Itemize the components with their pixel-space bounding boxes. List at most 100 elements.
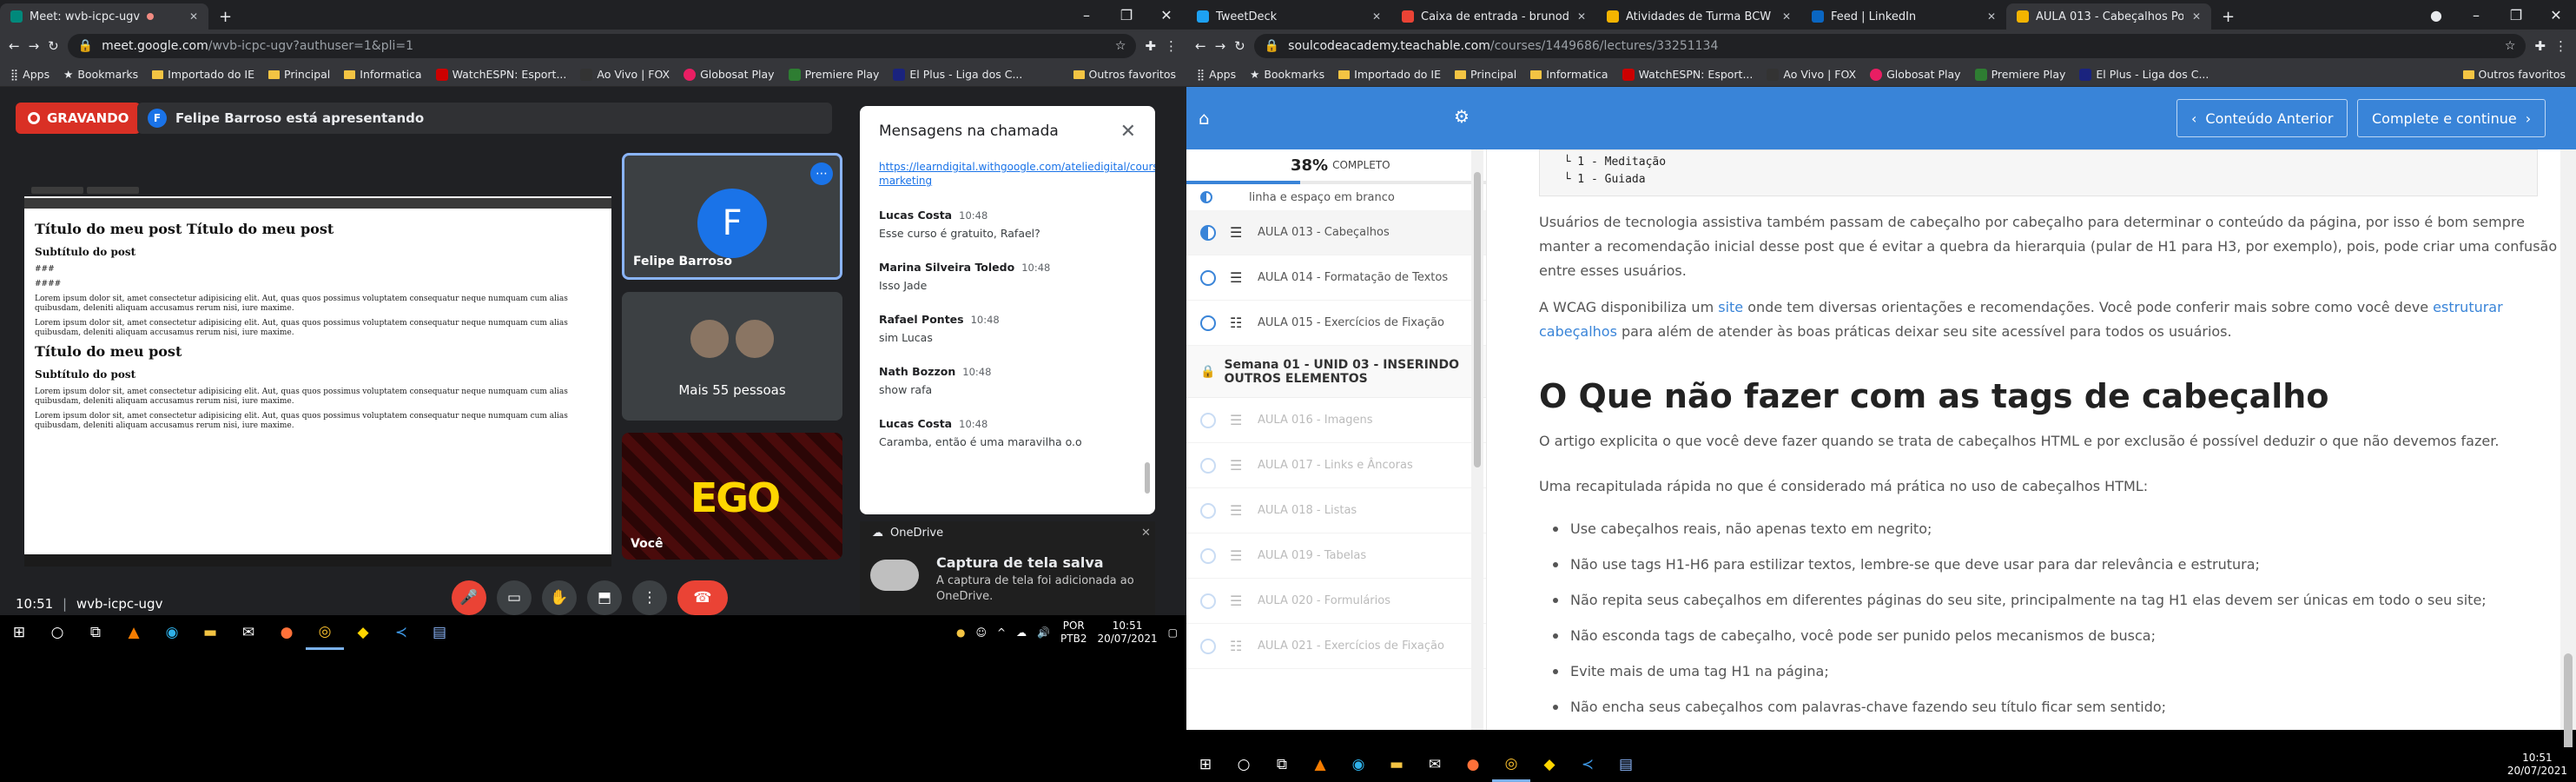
bookmark-folder[interactable]: Principal bbox=[1455, 68, 1516, 81]
mail-icon[interactable]: ✉ bbox=[1416, 747, 1454, 782]
close-tab-icon[interactable]: ✕ bbox=[189, 10, 198, 23]
bookmark-item[interactable]: ★ Bookmarks bbox=[63, 68, 138, 81]
address-bar[interactable]: 🔒 meet.google.com/wvb-icpc-ugv?authuser=… bbox=[67, 34, 1137, 58]
onedrive-tray-icon[interactable]: ☁ bbox=[1016, 626, 1027, 639]
tab-gmail[interactable]: Caixa de entrada - brunodefronte ✕ bbox=[1391, 3, 1596, 30]
new-tab-button[interactable]: + bbox=[2211, 3, 2245, 30]
bookmark-item[interactable]: Premiere Play bbox=[1974, 68, 2065, 81]
profile-icon[interactable]: ● bbox=[2416, 7, 2456, 23]
sidebar-scrollbar[interactable] bbox=[1471, 149, 1483, 730]
sidebar-lesson-current[interactable]: ☰ AULA 013 - Cabeçalhos bbox=[1186, 210, 1486, 255]
more-options-button[interactable]: ⋮ bbox=[632, 580, 667, 615]
maximize-button[interactable]: ❐ bbox=[1106, 7, 1146, 23]
edge-icon[interactable]: ◉ bbox=[153, 615, 191, 650]
extensions-icon[interactable]: ✚ bbox=[2534, 38, 2546, 54]
app-icon[interactable]: ◆ bbox=[1530, 747, 1569, 782]
task-view-icon[interactable]: ⧉ bbox=[76, 615, 115, 650]
start-icon[interactable]: ⊞ bbox=[1186, 747, 1225, 782]
bookmark-item[interactable]: Ao Vivo | FOX bbox=[1767, 68, 1856, 81]
tab-meet[interactable]: Meet: wvb-icpc-ugv ✕ bbox=[0, 3, 208, 30]
forward-icon[interactable]: → bbox=[1215, 38, 1226, 54]
chat-scrollbar[interactable] bbox=[1145, 462, 1150, 494]
back-icon[interactable]: ← bbox=[9, 38, 20, 54]
sidebar-lesson[interactable]: ☷ AULA 015 - Exercícios de Fixação bbox=[1186, 301, 1486, 346]
app-icon[interactable]: ◆ bbox=[344, 615, 382, 650]
edge-icon[interactable]: ◉ bbox=[1339, 747, 1377, 782]
mic-off-button[interactable]: 🎤 bbox=[452, 580, 486, 615]
participant-tile-others[interactable]: Mais 55 pessoas bbox=[622, 292, 842, 421]
search-icon[interactable]: ○ bbox=[1225, 747, 1263, 782]
address-bar[interactable]: 🔒 soulcodeacademy.teachable.com/courses/… bbox=[1253, 34, 2526, 58]
bookmark-item[interactable]: El Plus - Liga dos C... bbox=[893, 68, 1022, 81]
bookmark-item[interactable]: Premiere Play bbox=[788, 68, 879, 81]
close-window-button[interactable]: ✕ bbox=[1146, 7, 1186, 23]
bookmark-folder[interactable]: Importado do IE bbox=[1338, 68, 1441, 81]
forward-icon[interactable]: → bbox=[29, 38, 40, 54]
close-tab-icon[interactable]: ✕ bbox=[2192, 10, 2201, 23]
vlc-icon[interactable]: ▲ bbox=[115, 615, 153, 650]
firefox-icon[interactable]: ● bbox=[1454, 747, 1492, 782]
close-tab-icon[interactable]: ✕ bbox=[1782, 10, 1791, 23]
search-icon[interactable]: ○ bbox=[38, 615, 76, 650]
reload-icon[interactable]: ↻ bbox=[1234, 38, 1245, 54]
wcag-site-link[interactable]: site bbox=[1718, 299, 1743, 315]
notifications-icon[interactable]: ▢ bbox=[1168, 626, 1178, 639]
tab-teachable[interactable]: AULA 013 - Cabeçalhos Porque O... ✕ bbox=[2006, 3, 2211, 30]
bookmark-other[interactable]: Outros favoritos bbox=[2462, 68, 2566, 81]
clock[interactable]: 10:51 20/07/2021 bbox=[1097, 620, 1157, 646]
bookmark-item[interactable]: ★ Bookmarks bbox=[1250, 68, 1324, 81]
complete-continue-button[interactable]: Complete e continue › bbox=[2357, 99, 2546, 137]
mail-icon[interactable]: ✉ bbox=[229, 615, 268, 650]
bookmark-item[interactable]: Ao Vivo | FOX bbox=[580, 68, 670, 81]
star-icon[interactable]: ☆ bbox=[1115, 39, 1126, 53]
recording-indicator[interactable]: GRAVANDO bbox=[16, 103, 142, 134]
bookmark-folder[interactable]: Importado do IE bbox=[152, 68, 254, 81]
sidebar-lesson[interactable]: ☰ AULA 014 - Formatação de Textos bbox=[1186, 255, 1486, 301]
notepad-icon[interactable]: ▤ bbox=[1607, 747, 1645, 782]
vlc-icon[interactable]: ▲ bbox=[1301, 747, 1339, 782]
minimize-button[interactable]: – bbox=[1067, 7, 1106, 23]
present-button[interactable]: ⬒ bbox=[587, 580, 622, 615]
bookmark-item[interactable]: WatchESPN: Esport... bbox=[1622, 68, 1753, 81]
star-icon[interactable]: ☆ bbox=[2505, 39, 2516, 53]
sidebar-lesson-locked[interactable]: ☷ AULA 021 - Exercícios de Fixação bbox=[1186, 624, 1486, 669]
content-scrollbar[interactable] bbox=[2560, 149, 2576, 758]
sidebar-lesson-partial[interactable]: linha e espaço em branco bbox=[1186, 184, 1486, 210]
tab-tweetdeck[interactable]: TweetDeck ✕ bbox=[1186, 3, 1391, 30]
sidebar-lesson-locked[interactable]: ☰ AULA 017 - Links e Âncoras bbox=[1186, 443, 1486, 488]
previous-lesson-button[interactable]: ‹ Conteúdo Anterior bbox=[2176, 99, 2348, 137]
sidebar-lesson-locked[interactable]: ☰ AULA 018 - Listas bbox=[1186, 488, 1486, 533]
bookmark-folder[interactable]: Informatica bbox=[344, 68, 422, 81]
bookmark-other[interactable]: Outros favoritos bbox=[1073, 68, 1176, 81]
close-icon[interactable]: ✕ bbox=[1120, 121, 1136, 142]
more-options-icon[interactable]: ⋯ bbox=[810, 162, 833, 185]
chat-link[interactable]: https://learndigital.withgoogle.com/atel… bbox=[879, 160, 1155, 188]
file-explorer-icon[interactable]: ▬ bbox=[1377, 747, 1416, 782]
vscode-icon[interactable]: ≺ bbox=[382, 615, 420, 650]
bookmark-item[interactable]: El Plus - Liga dos C... bbox=[2079, 68, 2209, 81]
gear-icon[interactable]: ⚙ bbox=[1454, 106, 1470, 127]
extensions-icon[interactable]: ✚ bbox=[1145, 38, 1156, 54]
participant-tile-self[interactable]: EGO Você bbox=[622, 433, 842, 560]
language-indicator[interactable]: POR PTB2 bbox=[1060, 620, 1087, 646]
close-notification-icon[interactable]: ✕ bbox=[1141, 527, 1151, 540]
people-icon[interactable]: ☺ bbox=[976, 626, 987, 639]
sidebar-lesson-locked[interactable]: ☰ AULA 019 - Tabelas bbox=[1186, 533, 1486, 579]
chevron-up-icon[interactable]: ^ bbox=[997, 626, 1006, 639]
leave-call-button[interactable]: ☎ bbox=[677, 580, 728, 615]
reload-icon[interactable]: ↻ bbox=[48, 38, 59, 54]
camera-button[interactable]: ▭ bbox=[497, 580, 532, 615]
bookmark-folder[interactable]: Principal bbox=[268, 68, 330, 81]
bookmark-apps[interactable]: ⣿ Apps bbox=[10, 68, 50, 81]
weather-icon[interactable]: ● bbox=[956, 626, 965, 639]
bookmark-item[interactable]: Globosat Play bbox=[684, 68, 775, 81]
maximize-button[interactable]: ❐ bbox=[2496, 7, 2536, 23]
participant-tile-presenter[interactable]: ⋯ F Felipe Barroso bbox=[622, 153, 842, 280]
bookmark-apps[interactable]: ⣿ Apps bbox=[1197, 68, 1236, 81]
firefox-icon[interactable]: ● bbox=[268, 615, 306, 650]
task-view-icon[interactable]: ⧉ bbox=[1263, 747, 1301, 782]
clock[interactable]: 10:51 20/07/2021 bbox=[2507, 752, 2567, 778]
home-icon[interactable]: ⌂ bbox=[1199, 108, 1210, 129]
vscode-icon[interactable]: ≺ bbox=[1569, 747, 1607, 782]
new-tab-button[interactable]: + bbox=[208, 3, 242, 30]
